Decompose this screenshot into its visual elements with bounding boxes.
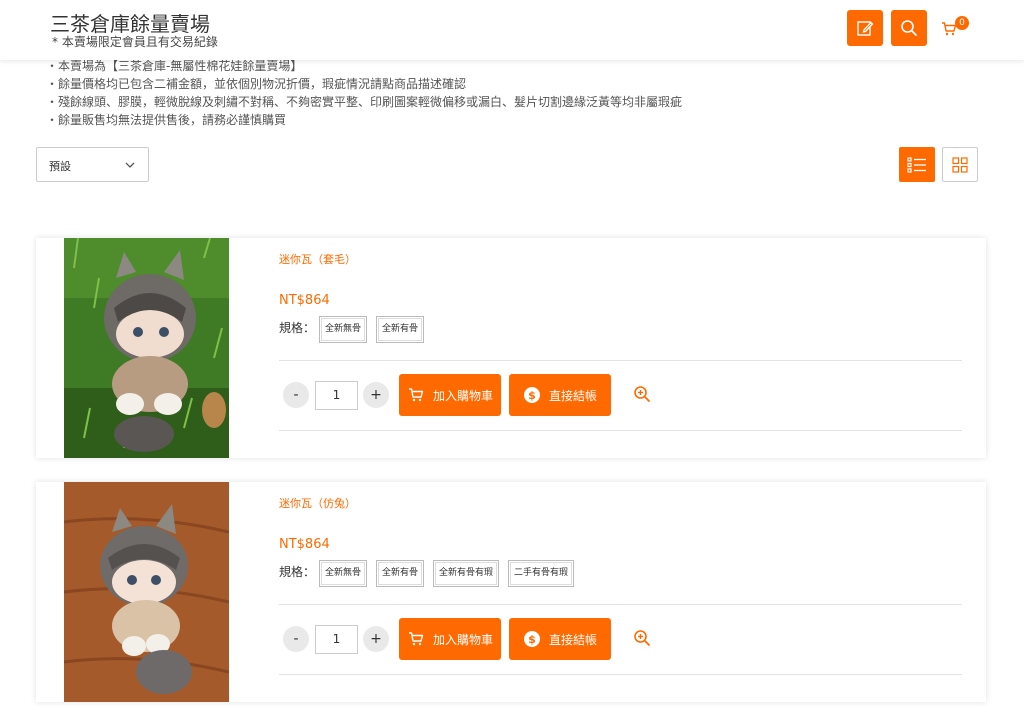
product-price: NT$864 [279,537,330,552]
add-to-cart-button[interactable]: 加入購物車 [399,618,501,660]
chevron-down-icon [125,162,135,168]
product-name[interactable]: 迷你瓦（仿兔） [279,495,356,511]
zoom-in-icon[interactable] [633,385,651,403]
sort-selected-value: 預設 [49,160,71,173]
spec-option[interactable]: 全新無骨 [319,316,368,343]
product-card: 迷你瓦（套毛） NT$864 規格： 全新無骨 全新有骨 - 1 + 加入購物車… [36,238,986,458]
sort-select[interactable]: 預設 [36,147,149,182]
grid-view-button[interactable] [942,147,978,182]
plush-doll-photo [64,238,229,458]
add-to-cart-label: 加入購物車 [432,632,493,647]
divider [279,430,962,431]
divider [279,360,962,361]
cart-button[interactable]: 0 [938,14,972,40]
checkout-button[interactable]: $ 直接結帳 [509,374,611,416]
spec-option[interactable]: 全新有骨 [376,560,425,587]
search-button[interactable] [891,10,927,46]
spec-label: 規格： [279,565,316,579]
product-name[interactable]: 迷你瓦（套毛） [279,251,356,267]
product-image[interactable] [64,238,229,458]
page-subtitle: * 本賣場限定會員且有交易紀錄 [52,35,218,49]
notice-item: 餘量價格均已包含二補金額，並依個別物況折價，瑕疵情況請點商品描述確認 [48,75,682,93]
list-view-icon [907,156,926,173]
qty-input[interactable]: 1 [315,625,358,654]
svg-text:$: $ [528,389,536,402]
qty-decrease-button[interactable]: - [283,382,309,408]
add-to-cart-label: 加入購物車 [432,388,493,403]
spec-option[interactable]: 全新有骨有瑕 [433,560,500,587]
dollar-icon: $ [523,631,540,647]
zoom-in-icon[interactable] [633,629,651,647]
notice-item: 餘量販售均無法提供售後，請務必謹慎購買 [48,111,682,129]
top-bar: 三茶倉庫餘量賣場 * 本賣場限定會員且有交易紀錄 0 [0,0,1024,60]
divider [279,674,962,675]
grid-view-icon [952,156,968,173]
edit-button[interactable] [847,10,883,46]
plush-doll-photo [64,482,229,702]
product-image[interactable] [64,482,229,702]
checkout-label: 直接結帳 [548,632,597,647]
list-view-button[interactable] [899,147,935,182]
spec-option[interactable]: 全新無骨 [319,560,368,587]
edit-icon [857,21,874,36]
checkout-button[interactable]: $ 直接結帳 [509,618,611,660]
qty-increase-button[interactable]: + [363,626,389,652]
divider [279,604,962,605]
store-notices: 本賣場為【三茶倉庫-無屬性棉花娃餘量賣場】 餘量價格均已包含二補金額，並依個別物… [48,57,682,129]
cart-icon [408,388,424,402]
dollar-icon: $ [523,387,540,403]
cart-count-badge: 0 [955,16,969,30]
spec-label: 規格： [279,321,316,335]
notice-item: 殘餘線頭、膠膜，輕微脫線及刺繡不對稱、不夠密實平整、印刷圖案輕微偏移或漏白、髮片… [48,93,682,111]
spec-options: 全新無骨 全新有骨 全新有骨有瑕 二手有骨有瑕 [319,560,575,587]
qty-input[interactable]: 1 [315,381,358,410]
spec-options: 全新無骨 全新有骨 [319,316,425,343]
product-card: 迷你瓦（仿兔） NT$864 規格： 全新無骨 全新有骨 全新有骨有瑕 二手有骨… [36,482,986,702]
product-price: NT$864 [279,293,330,308]
spec-option[interactable]: 二手有骨有瑕 [508,560,575,587]
qty-increase-button[interactable]: + [363,382,389,408]
cart-icon [408,632,424,646]
spec-option[interactable]: 全新有骨 [376,316,425,343]
add-to-cart-button[interactable]: 加入購物車 [399,374,501,416]
search-icon [901,20,917,36]
qty-decrease-button[interactable]: - [283,626,309,652]
checkout-label: 直接結帳 [548,388,597,403]
svg-text:$: $ [528,633,536,646]
